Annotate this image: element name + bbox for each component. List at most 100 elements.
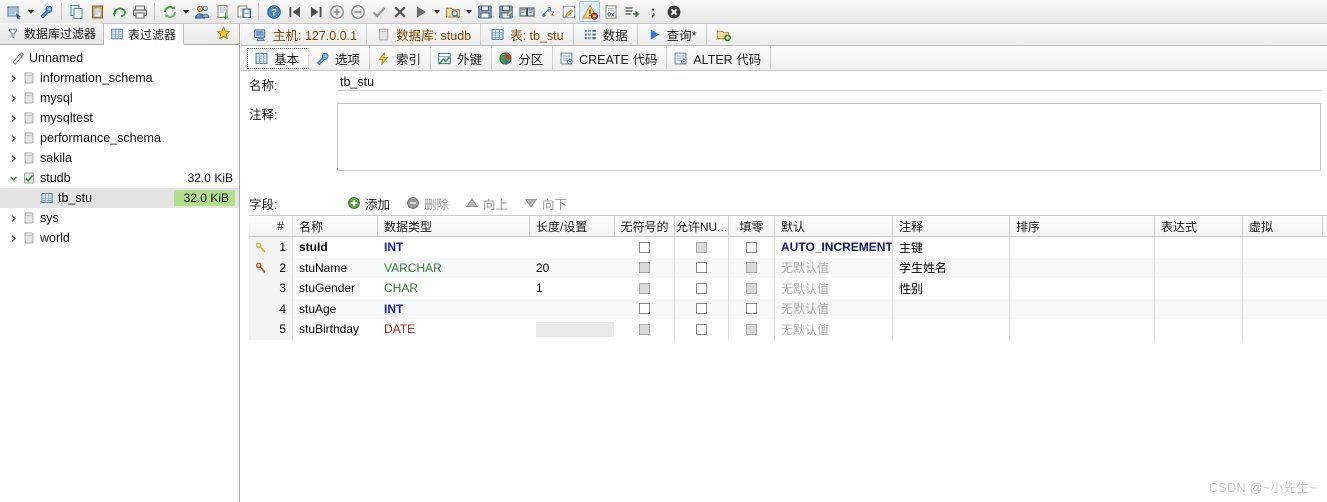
grid-row[interactable]: 3 stuGender CHAR 1 无默认值 性别 — [249, 278, 1327, 299]
tree-node-sakila[interactable]: sakila — [0, 148, 239, 168]
query-helpers-icon[interactable] — [621, 1, 642, 22]
chevron-right-icon[interactable] — [6, 108, 20, 128]
grid-header-4[interactable]: 无符号的 — [615, 216, 675, 236]
grid-cell-virtual[interactable] — [1243, 278, 1323, 299]
grid-cell-comment[interactable]: 学生姓名 — [893, 257, 1010, 278]
grid-header-8[interactable]: 注释 — [893, 216, 1010, 236]
grid-cell-name[interactable]: stuBirthday — [293, 319, 378, 340]
grid-cell-allow-null[interactable] — [675, 278, 729, 299]
grid-cell-virtual[interactable] — [1243, 299, 1323, 320]
grid-cell-default[interactable]: 无默认值 — [775, 298, 893, 319]
field-remove-circle-button[interactable]: 删除 — [406, 194, 449, 213]
explain-query-icon[interactable] — [442, 1, 463, 22]
chevron-right-icon[interactable] — [6, 68, 20, 88]
sidebar-tab-database-filter[interactable]: 数据库过滤器 — [0, 23, 105, 44]
checkbox[interactable] — [639, 323, 650, 335]
grid-cell-default[interactable]: AUTO_INCREMENT — [775, 237, 893, 258]
grid-cell-collation[interactable] — [1010, 319, 1155, 340]
save-icon[interactable] — [474, 1, 495, 22]
grid-header-9[interactable]: 排序 — [1010, 216, 1155, 236]
checkbox[interactable] — [696, 282, 707, 294]
grid-header-10[interactable]: 表达式 — [1155, 216, 1243, 236]
grid-cell-collation[interactable] — [1010, 298, 1155, 319]
run-query-icon[interactable] — [410, 1, 431, 22]
grid-cell-datatype[interactable]: VARCHAR — [378, 258, 530, 279]
checkbox[interactable] — [639, 303, 650, 315]
export-icon[interactable] — [233, 1, 254, 22]
grid-header-0[interactable]: # — [269, 216, 293, 236]
tree-node-information_schema[interactable]: information_schema — [0, 68, 239, 88]
grid-cell-expression[interactable] — [1155, 278, 1243, 299]
columns-grid-body[interactable]: 1 stuId INT AUTO_INCREMENT 主键 2 stuName VARCHAR… — [249, 237, 1327, 340]
checkbox[interactable] — [639, 262, 650, 274]
columns-grid[interactable]: # 名称 数据类型 长度/设置 无符号的 允许NU... 填零 默认 注释 排序 表达式 虚拟 1st… — [249, 215, 1327, 502]
grid-cell-datatype[interactable]: INT — [378, 299, 530, 320]
tree-node-mysqltest[interactable]: mysqltest — [0, 108, 239, 128]
undo-icon[interactable] — [108, 1, 129, 22]
grid-cell-comment[interactable] — [893, 319, 1010, 340]
grid-cell-unsigned[interactable] — [615, 237, 675, 258]
grid-header-3[interactable]: 长度/设置 — [530, 216, 615, 236]
grid-cell-datatype[interactable]: INT — [378, 237, 530, 258]
checkbox[interactable] — [746, 262, 757, 274]
main-tab-database[interactable]: 数据库: studb — [367, 23, 482, 46]
grid-cell-virtual[interactable] — [1243, 258, 1323, 279]
close-tab-icon[interactable] — [663, 1, 684, 22]
checkbox[interactable] — [639, 241, 650, 253]
refresh-dropdown-caret[interactable] — [180, 1, 191, 22]
table-comment-input[interactable] — [337, 103, 1321, 171]
blob-viewer-icon[interactable]: 0x — [600, 1, 621, 22]
chevron-right-icon[interactable] — [6, 208, 20, 228]
grid-row[interactable]: 4 stuAge INT 无默认值 — [249, 298, 1327, 320]
save-as-icon[interactable] — [495, 1, 516, 22]
table-tab-basic[interactable]: 基本 — [247, 47, 310, 69]
chevron-right-icon[interactable] — [6, 228, 20, 248]
main-tab-table[interactable]: 表: tb_stu — [481, 23, 574, 46]
new-connection-icon[interactable] — [4, 1, 25, 22]
grid-cell-zerofill[interactable] — [729, 319, 775, 340]
grid-cell-allow-null[interactable] — [675, 257, 729, 278]
grid-cell-collation[interactable] — [1010, 257, 1155, 278]
grid-cell-expression[interactable] — [1155, 298, 1243, 319]
grid-cell-name[interactable]: stuId — [293, 237, 378, 258]
grid-cell-length[interactable] — [530, 299, 615, 320]
grid-cell-collation[interactable] — [1010, 278, 1155, 299]
checkbox[interactable] — [746, 323, 757, 335]
grid-header-1[interactable]: 名称 — [293, 216, 378, 236]
grid-cell-datatype[interactable]: CHAR — [378, 278, 530, 299]
copy-icon[interactable] — [66, 1, 87, 22]
field-arrow-down-button[interactable]: 向下 — [524, 194, 567, 213]
find-icon[interactable] — [516, 1, 537, 22]
refresh-icon[interactable] — [159, 1, 180, 22]
grid-cell-allow-null[interactable] — [675, 319, 729, 340]
grid-cell-expression[interactable] — [1155, 237, 1243, 258]
grid-cell-collation[interactable] — [1010, 237, 1155, 258]
last-record-icon[interactable] — [305, 1, 326, 22]
grid-cell-unsigned[interactable] — [615, 319, 675, 340]
grid-header-11[interactable]: 虚拟 — [1243, 216, 1323, 236]
tree-node-studb[interactable]: studb 32.0 KiB — [0, 168, 239, 188]
grid-cell-name[interactable]: stuAge — [293, 299, 378, 320]
table-tab-partition-pie[interactable]: 分区 — [492, 45, 554, 71]
warnings-icon[interactable] — [579, 1, 600, 22]
grid-cell-expression[interactable] — [1155, 319, 1243, 340]
grid-cell-unsigned[interactable] — [615, 278, 675, 299]
grid-cell-default[interactable]: 无默认值 — [775, 278, 893, 299]
table-tab-alter-code[interactable]: ALTER 代码 — [667, 45, 772, 71]
grid-cell-length[interactable]: 20 — [530, 258, 615, 279]
table-tab-foreign-key[interactable]: 外键 — [431, 45, 493, 71]
edit-connection-icon[interactable] — [36, 1, 57, 22]
grid-header-6[interactable]: 填零 — [729, 216, 775, 236]
main-tab-data[interactable]: 数据 — [574, 23, 638, 46]
grid-cell-default[interactable]: 无默认值 — [775, 257, 893, 278]
edit-data-icon[interactable] — [558, 1, 579, 22]
chevron-right-icon[interactable] — [6, 128, 20, 148]
grid-row[interactable]: 1 stuId INT AUTO_INCREMENT 主键 — [249, 237, 1327, 258]
help-icon[interactable]: ? — [263, 1, 284, 22]
grid-cell-allow-null[interactable] — [675, 298, 729, 319]
tree-node-sys[interactable]: sys — [0, 208, 239, 228]
grid-cell-zerofill[interactable] — [729, 298, 775, 319]
print-icon[interactable] — [129, 1, 150, 22]
checkbox[interactable] — [696, 262, 707, 274]
grid-cell-length[interactable] — [530, 237, 615, 258]
